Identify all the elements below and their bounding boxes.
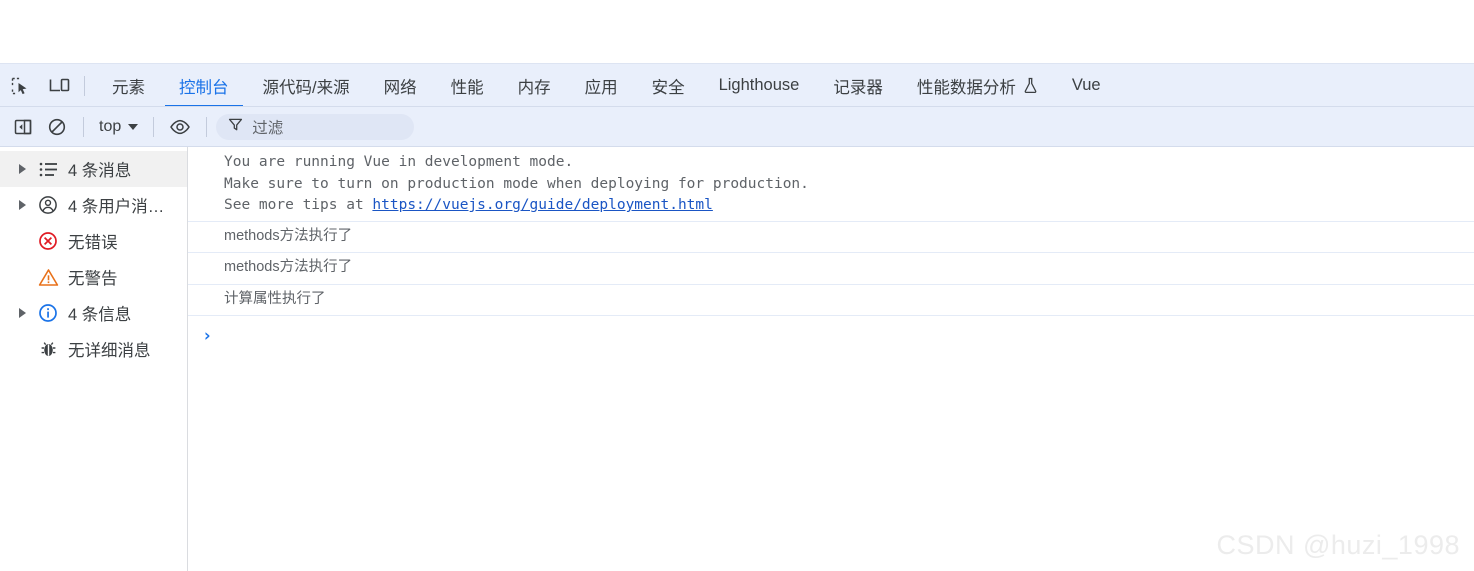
tab-console[interactable]: 控制台 [162, 64, 246, 108]
sidebar-item-verbose[interactable]: 无详细消息 [0, 331, 187, 367]
sidebar-item-warnings[interactable]: 无警告 [0, 259, 187, 295]
console-sidebar: 4 条消息 4 条用户消… 无错误 无警告 4 条信息 无详细消息 [0, 147, 188, 571]
page-blank-area [0, 0, 1474, 63]
console-message-line: Make sure to turn on production mode whe… [224, 175, 809, 192]
tab-label: 性能 [450, 78, 484, 97]
console-message-text: methods方法执行了 [224, 227, 353, 244]
console-output: You are running Vue in development mode.… [188, 147, 1474, 571]
tab-label: 记录器 [833, 78, 883, 97]
expand-arrow-icon[interactable] [16, 308, 28, 318]
tab-performance-insights[interactable]: 性能数据分析 [900, 64, 1055, 108]
sidebar-item-label: 4 条用户消… [68, 198, 165, 216]
device-toolbar-icon[interactable] [40, 64, 80, 108]
tab-sources[interactable]: 源代码/来源 [246, 64, 367, 108]
console-message-line: See more tips at https://vuejs.org/guide… [224, 195, 1474, 217]
console-message-vue-devmode[interactable]: You are running Vue in development mode.… [188, 147, 1474, 222]
error-circle-icon [36, 231, 60, 251]
tab-label: Vue [1071, 76, 1101, 94]
tab-label: 安全 [651, 78, 685, 97]
prompt-chevron-icon: › [202, 326, 213, 346]
console-message[interactable]: methods方法执行了 [188, 253, 1474, 285]
vue-deployment-link[interactable]: https://vuejs.org/guide/deployment.html [372, 197, 712, 213]
console-message-line: You are running Vue in development mode. [224, 154, 574, 170]
toolbar-divider [84, 75, 85, 96]
tab-vue[interactable]: Vue [1055, 64, 1118, 108]
tab-performance[interactable]: 性能 [434, 64, 501, 108]
sidebar-item-errors[interactable]: 无错误 [0, 223, 187, 259]
tab-label: 源代码/来源 [262, 78, 350, 97]
devtools-window: 元素 控制台 源代码/来源 网络 性能 内存 应用 安全 Lighthouse … [0, 0, 1474, 571]
tab-recorder[interactable]: 记录器 [816, 64, 900, 108]
chevron-down-icon [128, 124, 139, 130]
tab-network[interactable]: 网络 [367, 64, 434, 108]
warning-triangle-icon [36, 268, 60, 287]
bug-verbose-icon [36, 340, 60, 359]
console-message-text: 计算属性执行了 [224, 290, 326, 307]
toolbar-divider [206, 117, 208, 137]
filter-input[interactable]: 过滤 [216, 114, 415, 140]
tab-elements[interactable]: 元素 [95, 64, 162, 108]
devtools-tabbar: 元素 控制台 源代码/来源 网络 性能 内存 应用 安全 Lighthouse … [0, 63, 1474, 108]
execution-context-select[interactable]: top [93, 118, 144, 136]
execution-context-value: top [99, 118, 122, 135]
watermark: CSDN @huzi_1998 [1216, 530, 1460, 560]
toolbar-divider [153, 117, 155, 137]
filter-funnel-icon [228, 117, 243, 137]
sidebar-item-label: 无详细消息 [68, 342, 151, 360]
tab-label: 网络 [383, 78, 417, 97]
expand-arrow-icon[interactable] [16, 164, 28, 174]
tab-label: Lighthouse [718, 76, 800, 94]
tab-label: 性能数据分析 [916, 78, 1016, 97]
sidebar-item-label: 无警告 [68, 270, 118, 288]
clear-console-icon[interactable] [40, 107, 74, 147]
sidebar-item-label: 无错误 [68, 234, 118, 252]
tab-label: 元素 [112, 78, 145, 97]
sidebar-item-label: 4 条消息 [68, 162, 132, 180]
inspect-element-icon[interactable] [0, 64, 40, 108]
sidebar-item-info[interactable]: 4 条信息 [0, 295, 187, 331]
console-toolbar: top 过滤 [0, 107, 1474, 147]
tab-label: 应用 [584, 78, 618, 97]
tab-lighthouse[interactable]: Lighthouse [702, 64, 817, 108]
tab-application[interactable]: 应用 [568, 64, 635, 108]
sidebar-item-label: 4 条信息 [68, 306, 132, 324]
tab-label: 控制台 [179, 78, 229, 97]
message-list-icon [36, 161, 60, 178]
expand-arrow-icon[interactable] [16, 200, 28, 210]
tab-label: 内存 [517, 78, 551, 97]
console-prompt[interactable]: › [188, 316, 1474, 356]
console-message[interactable]: 计算属性执行了 [188, 285, 1474, 316]
console-message[interactable]: methods方法执行了 [188, 222, 1474, 253]
user-message-icon [36, 195, 60, 215]
flask-icon [1023, 77, 1038, 94]
console-message-text: See more tips at [224, 197, 373, 213]
toolbar-divider [83, 117, 84, 137]
console-body: 4 条消息 4 条用户消… 无错误 无警告 4 条信息 无详细消息 You ar… [0, 147, 1474, 571]
console-sidebar-toggle-icon[interactable] [6, 107, 40, 147]
sidebar-item-messages[interactable]: 4 条消息 [0, 151, 187, 187]
tab-memory[interactable]: 内存 [501, 64, 568, 108]
live-expression-eye-icon[interactable] [163, 107, 197, 147]
tab-security[interactable]: 安全 [635, 64, 702, 108]
info-circle-icon [36, 303, 60, 323]
filter-placeholder: 过滤 [252, 120, 284, 137]
sidebar-item-user-messages[interactable]: 4 条用户消… [0, 187, 187, 223]
console-message-text: methods方法执行了 [224, 259, 353, 275]
